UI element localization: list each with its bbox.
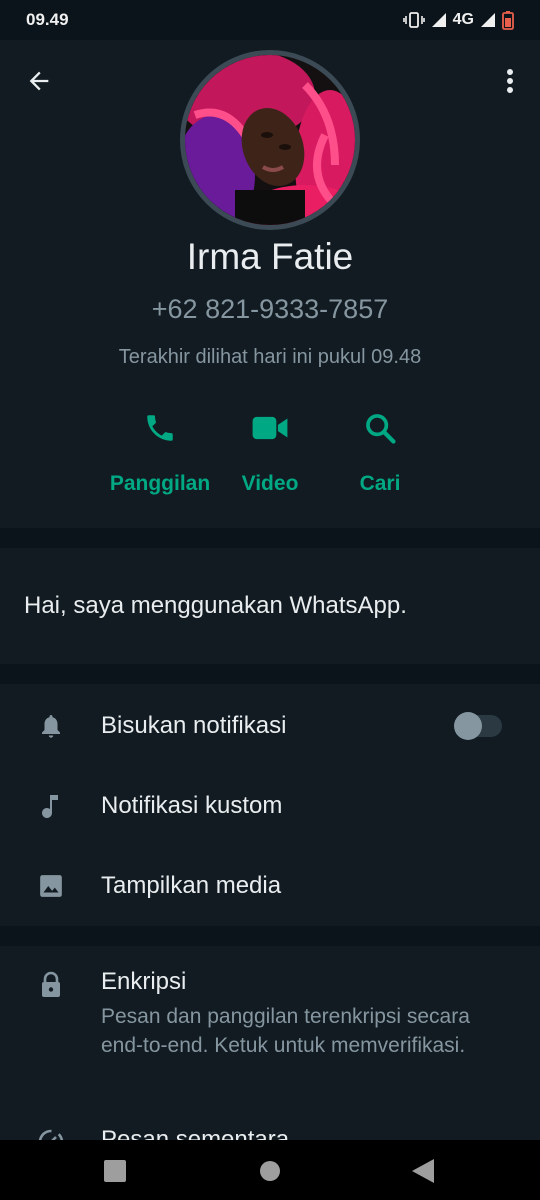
video-button-label: Video — [241, 472, 299, 495]
mute-notifications-row[interactable]: Bisukan notifikasi — [0, 686, 540, 766]
profile-photo — [185, 55, 355, 225]
vibrate-icon — [402, 11, 425, 29]
mute-notifications-label: Bisukan notifikasi — [101, 712, 287, 739]
video-button[interactable]: Video — [210, 406, 330, 506]
notification-settings: Bisukan notifikasi Notifikasi kustom Tam… — [0, 684, 540, 926]
image-icon — [40, 875, 62, 897]
home-button[interactable] — [257, 1158, 283, 1184]
avatar[interactable] — [180, 50, 360, 230]
status-bar: 09.49 4G — [0, 0, 540, 40]
mute-toggle[interactable] — [454, 712, 502, 740]
about-section[interactable]: Hai, saya menggunakan WhatsApp. — [0, 548, 540, 664]
status-icons: 4G — [402, 10, 514, 30]
network-type: 4G — [452, 11, 474, 28]
status-time: 09.49 — [26, 10, 69, 29]
battery-icon — [502, 10, 514, 30]
mute-toggle-knob — [454, 712, 482, 740]
phone-icon — [147, 415, 173, 441]
more-options-button[interactable] — [498, 64, 522, 98]
back-nav-button[interactable] — [410, 1158, 436, 1184]
encryption-title: Enkripsi — [101, 968, 187, 995]
last-seen-status: Terakhir dilihat hari ini pukul 09.48 — [118, 346, 422, 368]
call-button-label: Panggilan — [109, 472, 211, 495]
system-nav-bar — [0, 1140, 540, 1200]
search-icon — [366, 414, 396, 444]
search-button-label: Cari — [359, 472, 401, 495]
custom-notifications-label: Notifikasi kustom — [101, 792, 283, 819]
contact-phone: +62 821-9333-7857 — [151, 294, 389, 324]
profile-section: Irma Fatie +62 821-9333-7857 Terakhir di… — [0, 40, 540, 528]
signal-icon — [431, 12, 447, 28]
circle-icon — [260, 1161, 280, 1181]
media-visibility-row[interactable]: Tampilkan media — [0, 846, 540, 926]
signal-icon — [480, 12, 496, 28]
triangle-back-icon — [412, 1159, 434, 1183]
encryption-description: Pesan dan panggilan terenkripsi secara e… — [101, 1005, 470, 1057]
bell-icon — [42, 715, 60, 738]
search-button[interactable]: Cari — [320, 406, 440, 506]
contact-info-screen: 09.49 4G Irma Fatie +62 821-9333-7857 Te… — [0, 0, 540, 1200]
action-buttons: Panggilan Video Cari — [0, 406, 540, 506]
recent-apps-button[interactable] — [102, 1158, 128, 1184]
video-icon — [252, 416, 288, 440]
back-button[interactable] — [22, 64, 56, 98]
call-button[interactable]: Panggilan — [100, 406, 220, 506]
custom-notifications-row[interactable]: Notifikasi kustom — [0, 766, 540, 846]
contact-name: Irma Fatie — [186, 236, 354, 277]
more-vertical-icon — [507, 69, 513, 93]
lock-icon — [42, 971, 60, 997]
media-visibility-label: Tampilkan media — [101, 872, 282, 899]
about-text: Hai, saya menggunakan WhatsApp. — [24, 592, 407, 619]
square-icon — [104, 1160, 126, 1182]
arrow-left-icon — [29, 71, 49, 91]
music-note-icon — [42, 795, 58, 818]
